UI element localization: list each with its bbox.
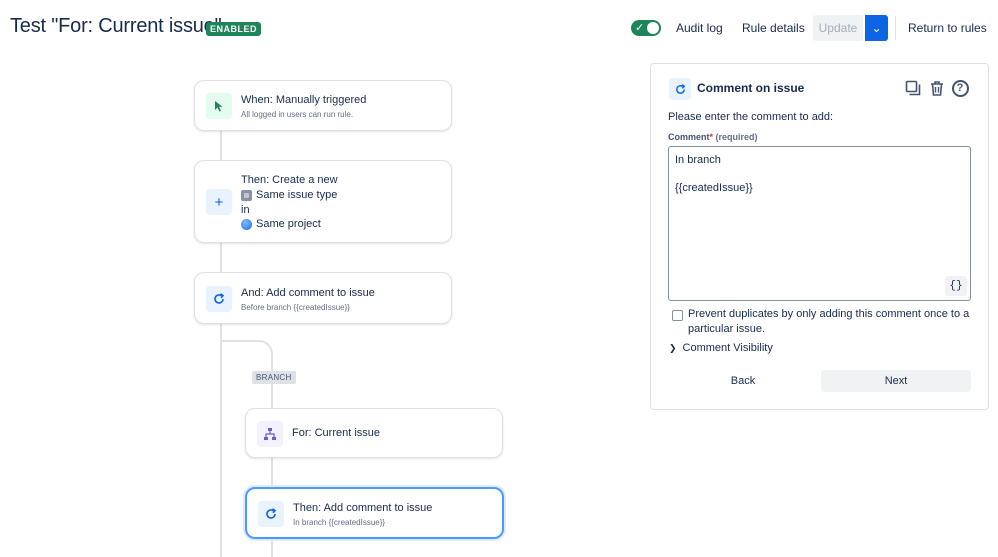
- component-config-panel: Comment on issue ? Please enter the comm…: [650, 63, 989, 410]
- return-to-rules-button[interactable]: Return to rules: [908, 15, 987, 41]
- toggle-knob: [647, 22, 659, 34]
- comment-before-branch-card[interactable]: And: Add comment to issue Before branch …: [194, 272, 452, 324]
- update-dropdown-button[interactable]: ⌄: [865, 15, 888, 41]
- prevent-duplicates-checkbox[interactable]: [672, 310, 683, 321]
- comment-refresh-icon: [669, 78, 691, 100]
- plus-icon: +: [206, 189, 232, 215]
- page-title: Test "For: Current issue": [10, 15, 222, 37]
- help-icon[interactable]: ?: [950, 78, 970, 98]
- create-line-2: Same issue type: [241, 189, 337, 201]
- next-button[interactable]: Next: [821, 370, 971, 392]
- smart-values-button[interactable]: {}: [945, 276, 967, 296]
- comment-in-subtitle: In branch {{createdIssue}}: [293, 518, 386, 527]
- flow-connector: [271, 457, 273, 489]
- comment-refresh-icon: [258, 501, 284, 527]
- comment-visibility-expander[interactable]: ❯ Comment Visibility: [669, 342, 773, 354]
- comment-refresh-icon: [206, 286, 232, 312]
- copy-icon[interactable]: [903, 78, 923, 98]
- comment-in-branch-card[interactable]: Then: Add comment to issue In branch {{c…: [245, 487, 504, 539]
- trash-icon[interactable]: [927, 78, 947, 98]
- check-icon: ✓: [635, 22, 645, 34]
- comment-textarea[interactable]: In branch {{createdIssue}}: [668, 146, 971, 301]
- chevron-right-icon: ❯: [669, 342, 677, 353]
- trigger-title: When: Manually triggered: [241, 94, 367, 106]
- back-button[interactable]: Back: [668, 370, 818, 392]
- hierarchy-icon: [257, 421, 283, 447]
- rule-details-button[interactable]: Rule details: [742, 15, 805, 41]
- update-button[interactable]: Update: [813, 15, 863, 41]
- trigger-card[interactable]: When: Manually triggered All logged in u…: [194, 80, 452, 131]
- comment-visibility-label: Comment Visibility: [682, 342, 773, 354]
- flow-connector: [271, 538, 273, 557]
- create-issue-card[interactable]: + Then: Create a new Same issue type in …: [194, 160, 452, 243]
- status-badge: ENABLED: [206, 22, 262, 36]
- panel-intro: Please enter the comment to add:: [668, 111, 834, 123]
- project-text: Same project: [256, 218, 321, 230]
- project-icon: [241, 218, 252, 230]
- flow-connector: [271, 380, 273, 410]
- comment-field-label: Comment* (required): [668, 132, 758, 142]
- create-action-text: Then: Create a new: [241, 174, 338, 186]
- comment-before-title: And: Add comment to issue: [241, 287, 375, 299]
- panel-title: Comment on issue: [697, 81, 805, 95]
- create-line-3: in: [241, 204, 250, 216]
- create-line-4: Same project: [241, 218, 321, 230]
- required-text: (required): [715, 132, 758, 142]
- comment-in-title: Then: Add comment to issue: [293, 502, 433, 514]
- header-divider: [895, 16, 896, 40]
- trigger-subtitle: All logged in users can run rule.: [241, 110, 354, 119]
- required-mark: *: [709, 132, 714, 142]
- rule-enabled-toggle[interactable]: ✓: [631, 20, 661, 36]
- chevron-down-icon: ⌄: [871, 21, 882, 35]
- comment-label-text: Comment: [668, 132, 710, 142]
- branch-card[interactable]: For: Current issue: [245, 408, 503, 458]
- create-line-1: Then: Create a new: [241, 174, 338, 186]
- issue-type-icon: [241, 189, 252, 201]
- in-text: in: [241, 204, 250, 216]
- audit-log-button[interactable]: Audit log: [676, 15, 723, 41]
- branch-label: BRANCH: [252, 371, 296, 384]
- issue-type-text: Same issue type: [256, 189, 338, 201]
- cursor-click-icon: [206, 93, 232, 119]
- comment-before-subtitle: Before branch {{createdIssue}}: [241, 303, 350, 312]
- flow-connector: [220, 130, 222, 162]
- flow-connector: [220, 242, 222, 274]
- prevent-duplicates-label: Prevent duplicates by only adding this c…: [688, 308, 970, 335]
- branch-title: For: Current issue: [292, 427, 381, 439]
